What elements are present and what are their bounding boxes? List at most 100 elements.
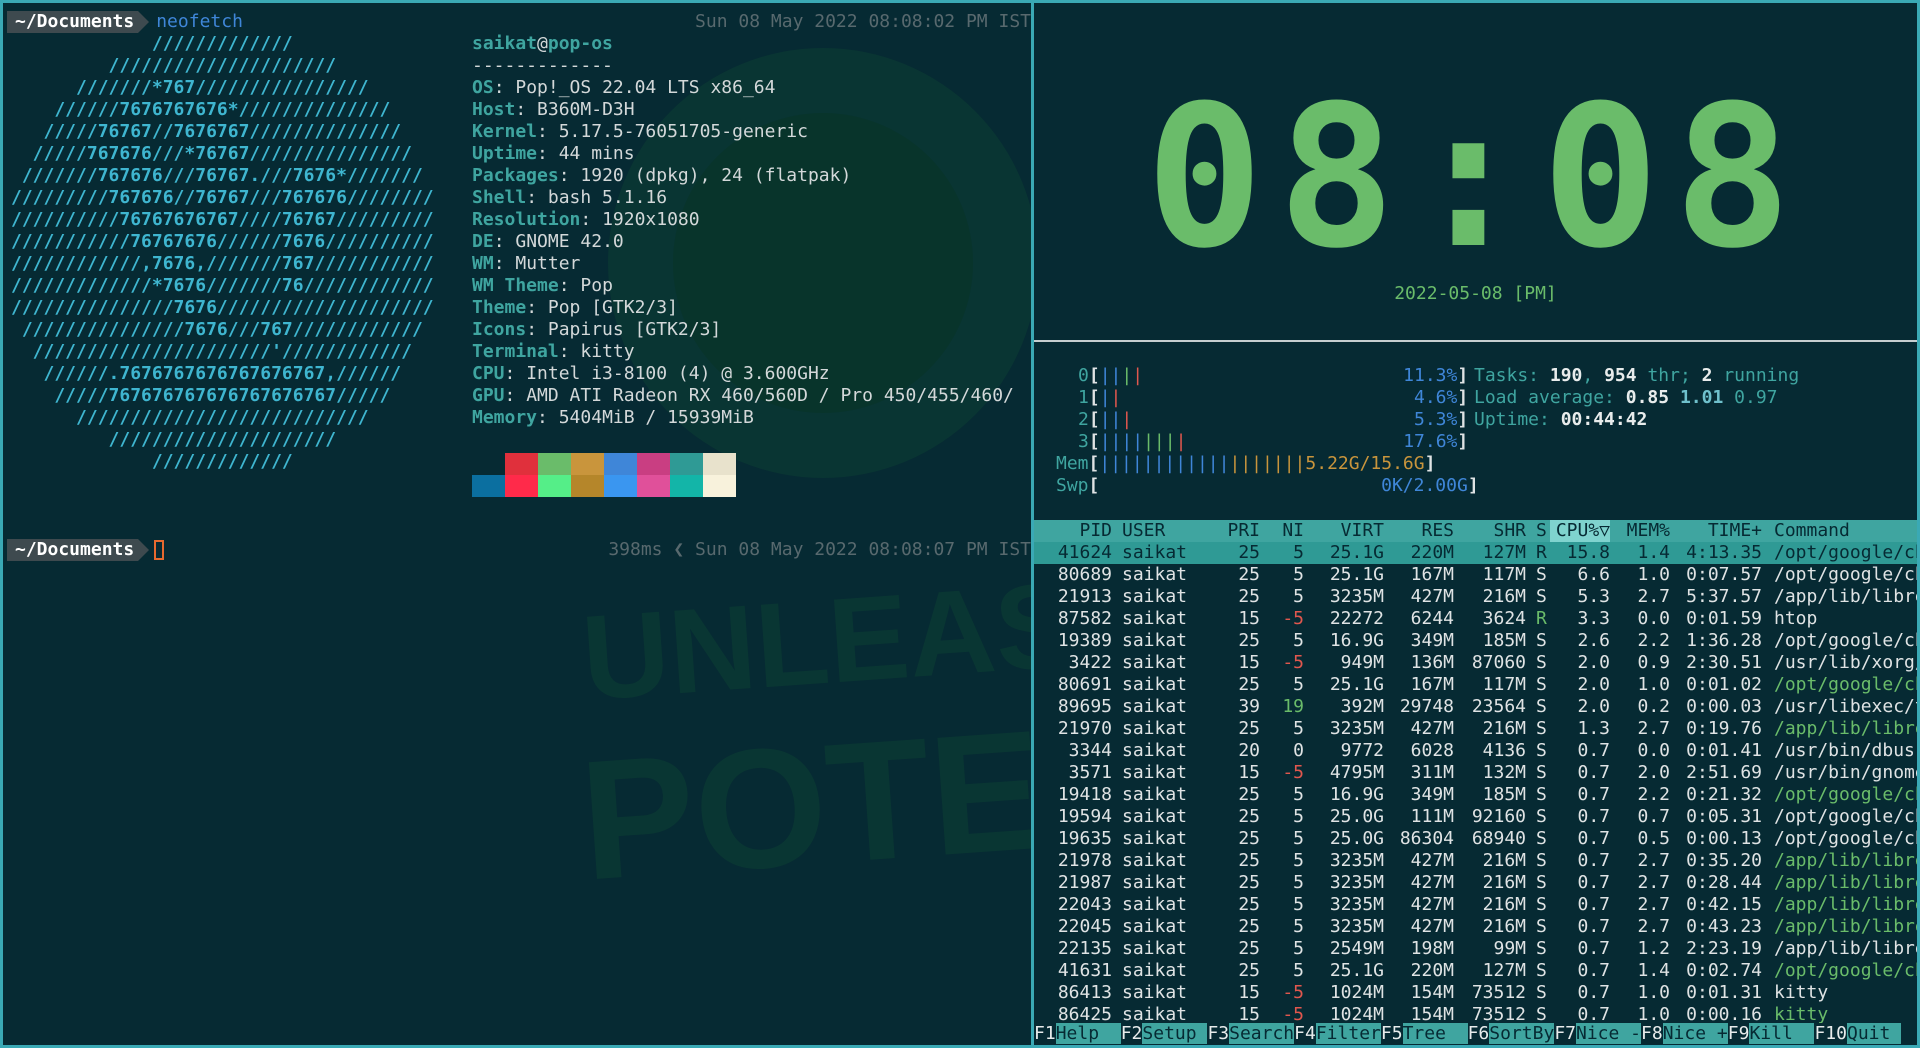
table-row[interactable]: 21970 saikat 25 5 3235M 427M 216M S 1.3 2.7 0:19.7… (1034, 718, 1917, 740)
fkey-f5[interactable]: F5 (1380, 1023, 1403, 1044)
bracket: ] (1424, 453, 1436, 474)
col-header-shr[interactable]: SHR (1454, 520, 1526, 542)
table-row[interactable]: 80689 saikat 25 5 25.1G 167M 117M S 6.6 1.0 0:07.5… (1034, 564, 1917, 586)
prompt-line-2[interactable]: ~/Documents 398ms ❮ Sun 08 May 2022 08:0… (7, 539, 1031, 561)
table-row[interactable]: 87582 saikat 15 -5 22272 6244 3624 R 3.3 0.0 0:01.… (1034, 608, 1917, 630)
cell-cpu: 0.7 (1577, 982, 1610, 1003)
info-row-uptime: Uptime: 44 mins (472, 143, 635, 165)
cell-pid: 21970 (1057, 718, 1112, 739)
cell-cmd: kitty (1774, 982, 1829, 1003)
ascii-line: /////76767//7676767////////////// (11, 121, 402, 142)
table-row[interactable]: 86413 saikat 15 -5 1024M 154M 73512 S 0.7 1.0 0:01… (1034, 982, 1917, 1004)
cell-shr: 117M (1482, 564, 1526, 585)
fkey-f9[interactable]: F9 (1727, 1023, 1750, 1044)
function-key-bar[interactable]: F1Help F2Setup F3SearchF4FilterF5Tree F6… (1034, 1023, 1917, 1045)
mem-bar-segment: | (1186, 453, 1197, 474)
cell-mem: 2.7 (1637, 916, 1670, 937)
ascii-line: //////////////////////'//////////// (11, 341, 412, 362)
table-row[interactable]: 3344 saikat 20 0 9772 6028 4136 S 0.7 0.0 0:01.41/… (1034, 740, 1917, 762)
right-terminal-pane[interactable]: 08:08 2022-05-08 [PM] 0[|||| 11.3%] 1[|| … (1034, 3, 1917, 1045)
table-row[interactable]: 21913 saikat 25 5 3235M 427M 216M S 5.3 2.7 5:37.5… (1034, 586, 1917, 608)
cell-shr: 4136 (1482, 740, 1526, 761)
cell-ni: -5 (1282, 652, 1304, 673)
table-row[interactable]: 3571 saikat 15 -5 4795M 311M 132M S 0.7 2.0 2:51.6… (1034, 762, 1917, 784)
table-row[interactable]: 89695 saikat 39 19 392M 29748 23564 S 2.0 0.2 0:00… (1034, 696, 1917, 718)
cell-mem: 2.7 (1637, 872, 1670, 893)
table-row[interactable]: 80691 saikat 25 5 25.1G 167M 117M S 2.0 1.0 0:01.0… (1034, 674, 1917, 696)
cpu-bar-segment: | (1121, 409, 1133, 430)
col-header-time[interactable]: TIME+ (1670, 520, 1762, 542)
col-header-pri[interactable]: PRI (1194, 520, 1260, 542)
cell-pri: 25 (1238, 916, 1260, 937)
fkey-f4[interactable]: F4 (1294, 1023, 1316, 1044)
info-value: kitty (580, 341, 635, 362)
cell-cmd: /usr/libexec/tr (1774, 696, 1917, 717)
cell-cmd: /opt/google/chr (1774, 960, 1917, 981)
cell-ni: 5 (1293, 894, 1304, 915)
col-header-ni[interactable]: NI (1260, 520, 1304, 542)
fkey-f10[interactable]: F10 (1814, 1023, 1847, 1044)
col-header-cpu[interactable]: CPU%▽ (1550, 520, 1610, 542)
fkey-f7[interactable]: F7 (1554, 1023, 1576, 1044)
table-row[interactable]: 22045 saikat 25 5 3235M 427M 216M S 0.7 2.7 0:43.2… (1034, 916, 1917, 938)
bracket: ] (1457, 365, 1469, 386)
cell-pid: 80689 (1057, 564, 1112, 585)
fkey-f2[interactable]: F2 (1120, 1023, 1143, 1044)
info-row-theme: Theme: Pop [GTK2/3] (472, 297, 678, 319)
fkey-label[interactable]: Kill (1749, 1023, 1815, 1044)
table-row[interactable]: 22135 saikat 25 5 2549M 198M 99M S 0.7 1.2 2:23.19… (1034, 938, 1917, 960)
cell-cmd: /app/lib/librew (1774, 916, 1917, 937)
table-row[interactable]: 19635 saikat 25 5 25.0G 86304 68940 S 0.7 0.5 0:00… (1034, 828, 1917, 850)
fkey-f8[interactable]: F8 (1641, 1023, 1663, 1044)
fkey-f6[interactable]: F6 (1467, 1023, 1490, 1044)
cell-virt: 25.1G (1329, 960, 1384, 981)
fkey-f1[interactable]: F1 (1034, 1023, 1056, 1044)
fkey-f3[interactable]: F3 (1207, 1023, 1230, 1044)
mem-bar-segment: | (1131, 453, 1143, 474)
cell-mem: 0.0 (1637, 740, 1670, 761)
col-header-res[interactable]: RES (1384, 520, 1454, 542)
cell-mem: 0.0 (1637, 608, 1670, 629)
mem-bar-segment: | (1294, 453, 1306, 474)
table-row[interactable]: 3422 saikat 15 -5 949M 136M 87060 S 2.0 0.9 2:30.5… (1034, 652, 1917, 674)
cpu-bar-segment: | (1121, 365, 1133, 386)
table-row[interactable]: 41631 saikat 25 5 25.1G 220M 127M S 0.7 1.4 0:02.7… (1034, 960, 1917, 982)
info-key: WM Theme (472, 275, 559, 296)
fkey-label[interactable]: Tree (1402, 1023, 1468, 1044)
col-header-command[interactable]: Command (1774, 520, 1917, 542)
fkey-label[interactable]: Filter (1315, 1023, 1381, 1044)
cell-s: S (1536, 806, 1547, 827)
info-value: AMD ATI Radeon RX 460/560D / Pro 450/455… (526, 385, 1014, 406)
cpu-bar-segment: | (1121, 431, 1133, 452)
cell-cpu: 2.6 (1577, 630, 1610, 651)
table-row[interactable]: 41624 saikat 25 5 25.1G 220M 127M R 15.8 1.4 4:13.… (1034, 542, 1917, 564)
cell-time: 1:36.28 (1686, 630, 1762, 651)
fkey-label[interactable]: Nice - (1576, 1023, 1642, 1044)
cpu-meter-2: 2[||| 5.3%] (1078, 409, 1468, 431)
col-header-pid[interactable]: PID (1034, 520, 1112, 542)
fkey-label[interactable]: Help (1055, 1023, 1121, 1044)
table-row[interactable]: 21978 saikat 25 5 3235M 427M 216M S 0.7 2.7 0:35.2… (1034, 850, 1917, 872)
cell-virt: 9772 (1340, 740, 1384, 761)
fkey-label[interactable]: Search (1229, 1023, 1295, 1044)
table-row[interactable]: 22043 saikat 25 5 3235M 427M 216M S 0.7 2.7 0:42.1… (1034, 894, 1917, 916)
info-colon: : (580, 209, 603, 230)
fkey-label[interactable]: Nice + (1662, 1023, 1728, 1044)
fkey-label[interactable]: Setup (1142, 1023, 1208, 1044)
table-row[interactable]: 19418 saikat 25 5 16.9G 349M 185M S 0.7 2.2 0:21.3… (1034, 784, 1917, 806)
table-row[interactable]: 19389 saikat 25 5 16.9G 349M 185M S 2.6 2.2 1:36.2… (1034, 630, 1917, 652)
horizontal-split-divider[interactable] (1034, 340, 1917, 342)
fkey-label[interactable]: Quit (1846, 1023, 1902, 1044)
table-row[interactable]: 19594 saikat 25 5 25.0G 111M 92160 S 0.7 0.7 0:05.… (1034, 806, 1917, 828)
cell-shr: 132M (1482, 762, 1526, 783)
left-terminal-pane[interactable]: UNLEASH YOUR POTENTIAL ~/Documentsneofet… (3, 3, 1031, 1045)
process-table-header[interactable]: PID USER PRI NI VIRT RES SHR S CPU%▽ MEM… (1034, 520, 1917, 542)
cell-cmd: htop (1774, 608, 1818, 629)
prompt-duration-timestamp: 398ms ❮ Sun 08 May 2022 08:08:07 PM IST (608, 539, 1031, 560)
cpu-bar-segment: | (1110, 365, 1122, 386)
col-header-virt[interactable]: VIRT (1304, 520, 1384, 542)
col-header-mem[interactable]: MEM% (1610, 520, 1670, 542)
table-row[interactable]: 21987 saikat 25 5 3235M 427M 216M S 0.7 2.7 0:28.4… (1034, 872, 1917, 894)
col-header-state[interactable]: S (1536, 520, 1550, 542)
fkey-label[interactable]: SortBy (1489, 1023, 1555, 1044)
